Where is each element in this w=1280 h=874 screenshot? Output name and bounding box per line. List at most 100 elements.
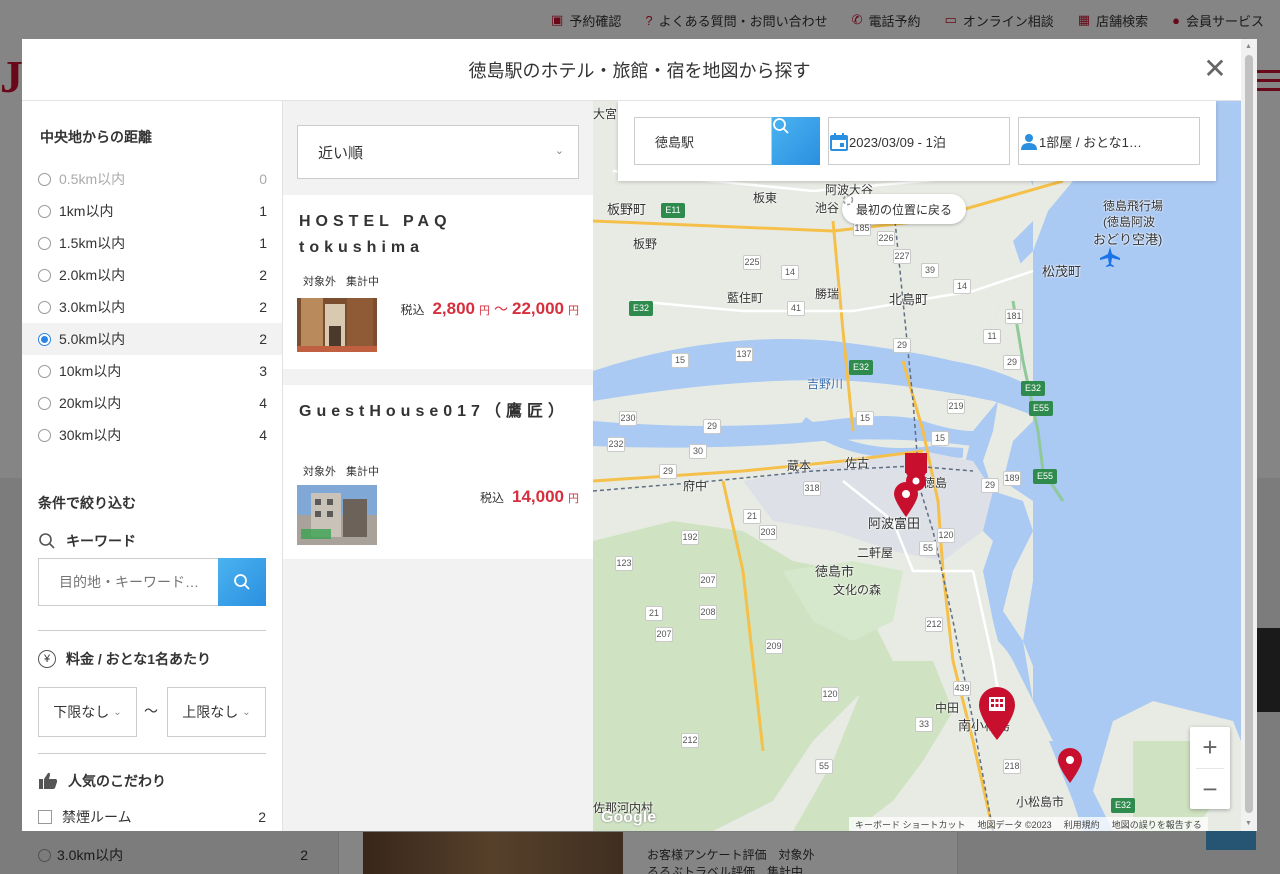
route-shield: 212 bbox=[925, 617, 943, 632]
sort-select[interactable]: 近い順 ⌄ bbox=[297, 125, 579, 179]
terms-link[interactable]: 利用規約 bbox=[1064, 818, 1100, 831]
nonsmoking-filter[interactable]: 禁煙ルーム 2 bbox=[38, 807, 266, 827]
distance-option[interactable]: 10km以内 3 bbox=[22, 355, 282, 387]
route-shield: 207 bbox=[699, 573, 717, 588]
zoom-out-button[interactable]: − bbox=[1190, 769, 1230, 810]
distance-label: 2.0km以内 bbox=[59, 267, 126, 283]
keyword-search-button[interactable] bbox=[218, 558, 266, 606]
checkbox-count: 2 bbox=[258, 809, 266, 825]
map-place-label: 板東 bbox=[753, 191, 778, 205]
route-shield: 29 bbox=[703, 419, 721, 434]
map-attribution: キーボード ショートカット 地図データ ©2023 利用規約 地図の誤りを報告す… bbox=[849, 817, 1208, 831]
radio-button[interactable] bbox=[38, 268, 51, 282]
hotel-card[interactable]: GuestHouse017（鷹匠） 対象外 集計中 税込 14,000 円 bbox=[283, 385, 593, 559]
reset-position-button[interactable]: 最初の位置に戻る bbox=[842, 194, 967, 224]
route-shield: 218 bbox=[1003, 759, 1021, 774]
map-pin[interactable] bbox=[893, 481, 919, 517]
location-input[interactable]: 徳島駅 bbox=[634, 117, 772, 165]
date-field[interactable]: 2023/03/09 - 1泊 bbox=[828, 117, 1010, 165]
distance-count: 4 bbox=[259, 427, 267, 443]
zoom-in-button[interactable]: + bbox=[1190, 727, 1230, 768]
map-place-label: 板野 bbox=[633, 237, 658, 251]
price-label: ¥ 料金 / おとな1名あたり bbox=[38, 649, 211, 669]
hotel-name[interactable]: GuestHouse017（鷹匠） bbox=[299, 399, 569, 425]
route-shield: 39 bbox=[921, 263, 939, 278]
filter-title: 条件で絞り込む bbox=[38, 495, 136, 511]
radio-button[interactable] bbox=[38, 428, 51, 442]
route-shield: 33 bbox=[915, 717, 933, 732]
hotel-card[interactable]: HOSTEL PAQ tokushima 対象外 集計中 税込 2,800 円 ～ … bbox=[283, 195, 593, 369]
distance-option[interactable]: 1km以内 1 bbox=[22, 195, 282, 227]
route-shield: 55 bbox=[815, 759, 833, 774]
distance-label: 30km以内 bbox=[59, 427, 122, 443]
map-place-label: 徳島飛行場 bbox=[1103, 199, 1164, 213]
route-shield: 55 bbox=[919, 541, 937, 556]
radio-button[interactable] bbox=[38, 204, 51, 218]
keyboard-shortcuts-link[interactable]: キーボード ショートカット bbox=[855, 818, 966, 831]
loading-icon bbox=[842, 194, 854, 206]
route-shield: 226 bbox=[877, 231, 895, 246]
route-shield: 219 bbox=[947, 399, 965, 414]
map-place-label: 蔵本 bbox=[787, 459, 812, 473]
distance-count: 2 bbox=[259, 267, 267, 283]
map-place-label: 北島町 bbox=[889, 292, 929, 307]
distance-label: 0.5km以内 bbox=[59, 171, 126, 187]
route-shield: E32 bbox=[1111, 798, 1135, 813]
route-shield: 208 bbox=[699, 605, 717, 620]
map-view[interactable]: 板野町 板東 阿波大谷 池谷 板野 徳島飛行場 (徳島阿波 おどり空港) 藍住町 北島町 松茂町 勝瑞… bbox=[593, 101, 1241, 831]
calendar-icon bbox=[830, 133, 848, 151]
radio-button bbox=[38, 172, 51, 186]
location-search-button[interactable] bbox=[772, 117, 820, 165]
map-pin[interactable] bbox=[1057, 747, 1083, 783]
price-max-select[interactable]: 上限なし ⌄ bbox=[167, 687, 266, 737]
map-place-label: 勝瑞 bbox=[815, 287, 840, 301]
radio-button[interactable] bbox=[38, 236, 51, 250]
google-logo: Google bbox=[601, 809, 657, 826]
hotel-thumbnail[interactable] bbox=[297, 298, 377, 352]
route-shield: 14 bbox=[953, 279, 971, 294]
radio-button[interactable] bbox=[38, 332, 51, 346]
distance-option: 0.5km以内 0 bbox=[22, 163, 282, 195]
keyword-input[interactable] bbox=[39, 559, 218, 605]
route-shield: 15 bbox=[931, 431, 949, 446]
route-shield: 212 bbox=[681, 733, 699, 748]
hotel-pin[interactable] bbox=[978, 686, 1016, 740]
route-shield: 21 bbox=[645, 606, 663, 621]
close-icon[interactable]: ✕ bbox=[1203, 55, 1227, 83]
distance-option[interactable]: 2.0km以内 2 bbox=[22, 259, 282, 291]
report-error-link[interactable]: 地図の誤りを報告する bbox=[1112, 818, 1202, 831]
route-shield: 225 bbox=[743, 255, 761, 270]
hotel-thumbnail[interactable] bbox=[297, 485, 377, 545]
radio-button[interactable] bbox=[38, 396, 51, 410]
keyword-label: キーワード bbox=[38, 531, 136, 551]
hotel-price: 税込 14,000 円 bbox=[479, 487, 579, 506]
modal-scrollbar[interactable]: ▲ ▼ bbox=[1241, 39, 1257, 831]
map-place-label: 藍住町 bbox=[727, 291, 764, 305]
radio-button[interactable] bbox=[38, 364, 51, 378]
map-place-label: 佐古 bbox=[845, 456, 870, 470]
route-shield: E32 bbox=[849, 360, 873, 375]
distance-option[interactable]: 30km以内 4 bbox=[22, 419, 282, 451]
distance-option[interactable]: 3.0km以内 2 bbox=[22, 291, 282, 323]
route-shield: 203 bbox=[759, 525, 777, 540]
checkbox[interactable] bbox=[38, 810, 52, 824]
radio-button[interactable] bbox=[38, 300, 51, 314]
route-shield: 137 bbox=[735, 347, 753, 362]
price-min-select[interactable]: 下限なし ⌄ bbox=[38, 687, 137, 737]
distance-label: 1.5km以内 bbox=[59, 235, 126, 251]
route-shield: E32 bbox=[629, 301, 653, 316]
distance-count: 3 bbox=[259, 363, 267, 379]
route-shield: 120 bbox=[937, 528, 955, 543]
guests-field[interactable]: 1部屋 / おとな1… bbox=[1018, 117, 1200, 165]
airport-icon bbox=[1100, 247, 1120, 267]
thumbs-up-icon bbox=[39, 772, 58, 789]
distance-option[interactable]: 1.5km以内 1 bbox=[22, 227, 282, 259]
distance-option[interactable]: 5.0km以内 2 bbox=[22, 323, 282, 355]
route-shield: 439 bbox=[953, 681, 971, 696]
distance-label: 1km以内 bbox=[59, 203, 114, 219]
route-shield: 207 bbox=[655, 627, 673, 642]
hotel-name[interactable]: HOSTEL PAQ tokushima bbox=[299, 209, 569, 261]
route-shield: 209 bbox=[765, 639, 783, 654]
distance-count: 1 bbox=[259, 235, 267, 251]
distance-option[interactable]: 20km以内 4 bbox=[22, 387, 282, 419]
